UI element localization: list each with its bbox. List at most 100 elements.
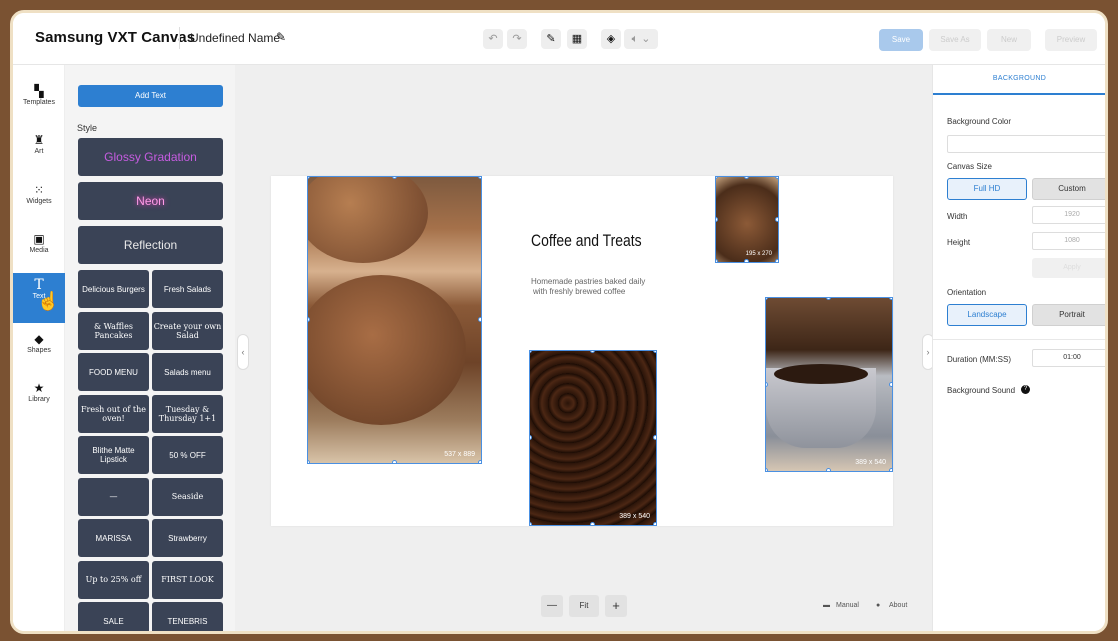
info-icon[interactable]: ● [876, 602, 880, 609]
new-button[interactable]: New [987, 29, 1031, 51]
canvas-subtext-2[interactable]: with freshly brewed coffee [533, 287, 625, 296]
text-style-card[interactable]: Fresh out of the oven! [78, 394, 149, 433]
apply-button[interactable]: Apply [1032, 258, 1105, 278]
style-reflection[interactable]: Reflection [78, 226, 223, 264]
height-input[interactable]: 1080 [1032, 232, 1105, 250]
resize-handle[interactable] [478, 317, 481, 322]
artboard[interactable]: 537 x 889 195 x 270 389 x 540 389 x 540 … [271, 176, 893, 526]
text-style-card[interactable]: Blithe Matte Lipstick [78, 436, 149, 474]
resize-handle[interactable] [775, 259, 778, 262]
resize-handle[interactable] [530, 522, 532, 525]
text-style-card[interactable]: SALE [78, 602, 149, 631]
manual-icon[interactable]: ▬ [823, 602, 830, 609]
undo-icon[interactable]: ↶ [483, 29, 503, 49]
add-text-button[interactable]: Add Text [78, 85, 223, 107]
layers-icon[interactable]: ◈ [601, 29, 621, 49]
resize-handle[interactable] [391, 460, 397, 463]
resize-handle[interactable] [716, 216, 718, 222]
text-style-card[interactable]: Tuesday & Thursday 1+1 [152, 394, 223, 433]
tab-background[interactable]: BACKGROUND [933, 65, 1105, 95]
preview-button[interactable]: Preview [1045, 29, 1097, 51]
resize-handle[interactable] [775, 177, 778, 179]
landscape-button[interactable]: Landscape [947, 304, 1027, 326]
width-input[interactable]: 1920 [1032, 206, 1105, 224]
mode-edit-icon[interactable]: ✎ [541, 29, 561, 49]
resize-handle[interactable] [889, 381, 892, 387]
text-style-card[interactable]: & Waffles Pancakes [78, 311, 149, 350]
coffee-cup-image[interactable]: 389 x 540 [765, 297, 893, 472]
resize-handle[interactable] [766, 381, 768, 387]
text-style-card[interactable]: TENEBRIS [152, 602, 223, 631]
save-as-button[interactable]: Save As [929, 29, 981, 51]
layout-icon[interactable]: ▦ [567, 29, 587, 49]
pencil-icon[interactable]: ✎ [276, 30, 286, 44]
resize-handle[interactable] [766, 468, 768, 471]
nav-art[interactable]: ♜ Art [13, 128, 65, 172]
resize-handle[interactable] [478, 460, 481, 463]
project-name[interactable]: Undefined Name [190, 31, 280, 45]
save-button[interactable]: Save [879, 29, 923, 51]
zoom-fit-button[interactable]: Fit [569, 595, 599, 617]
nav-media[interactable]: ▣ Media [13, 227, 65, 271]
zoom-in-button[interactable]: + [605, 595, 627, 617]
about-link[interactable]: About [889, 602, 907, 609]
redo-icon[interactable]: ↷ [507, 29, 527, 49]
full-hd-button[interactable]: Full HD [947, 178, 1027, 200]
text-style-card[interactable]: Salads menu [152, 353, 223, 391]
resize-handle[interactable] [775, 216, 778, 222]
text-style-card[interactable]: Delicious Burgers [78, 270, 149, 308]
canvas-subtext-1[interactable]: Homemade pastries baked daily [531, 277, 645, 286]
style-glossy-gradation[interactable]: Glossy Gradation [78, 138, 223, 176]
muffin-image[interactable]: 537 x 889 [307, 176, 482, 464]
resize-handle[interactable] [530, 351, 532, 353]
canvas-heading[interactable]: Coffee and Treats [531, 231, 642, 251]
nav-text[interactable]: T Text ☝ [13, 273, 65, 323]
resize-handle[interactable] [716, 259, 718, 262]
resize-handle[interactable] [590, 522, 595, 525]
nav-templates[interactable]: ▚ Templates [13, 79, 65, 123]
text-style-card[interactable]: — [78, 477, 149, 516]
resize-handle[interactable] [889, 468, 892, 471]
nav-widgets[interactable]: ⁙ Widgets [13, 178, 65, 222]
coffee-beans-image[interactable]: 389 x 540 [529, 350, 657, 526]
resize-handle[interactable] [478, 177, 481, 179]
text-style-card[interactable]: Seaside [152, 477, 223, 516]
nav-shapes[interactable]: ◆ Shapes [13, 327, 65, 371]
nav-library[interactable]: ★ Library [13, 376, 65, 420]
resize-handle[interactable] [653, 351, 656, 353]
volume-icon[interactable]: 🔈︎ ⌄ [624, 29, 658, 49]
resize-handle[interactable] [826, 298, 831, 300]
manual-link[interactable]: Manual [836, 602, 859, 609]
resize-handle[interactable] [744, 259, 749, 262]
style-neon[interactable]: Neon [78, 182, 223, 220]
text-style-card[interactable]: Fresh Salads [152, 270, 223, 308]
resize-handle[interactable] [826, 468, 831, 471]
resize-handle[interactable] [590, 351, 595, 353]
resize-handle[interactable] [308, 460, 310, 463]
resize-handle[interactable] [653, 522, 656, 525]
resize-handle[interactable] [744, 177, 749, 179]
resize-handle[interactable] [716, 177, 718, 179]
text-style-card[interactable]: Create your own Salad [152, 311, 223, 350]
resize-handle[interactable] [889, 298, 892, 300]
resize-handle[interactable] [653, 435, 656, 440]
bg-color-input[interactable] [947, 135, 1105, 153]
text-style-card[interactable]: Strawberry [152, 519, 223, 557]
resize-handle[interactable] [391, 177, 397, 179]
collapse-left-icon[interactable]: ‹ [237, 334, 249, 370]
zoom-out-button[interactable]: — [541, 595, 563, 617]
small-muffin-image[interactable]: 195 x 270 [715, 176, 779, 263]
resize-handle[interactable] [766, 298, 768, 300]
duration-input[interactable]: 01:00 [1032, 349, 1105, 367]
custom-button[interactable]: Custom [1032, 178, 1105, 200]
text-style-card[interactable]: 50 % OFF [152, 436, 223, 474]
help-icon[interactable]: ? [1021, 385, 1030, 394]
text-style-card[interactable]: FOOD MENU [78, 353, 149, 391]
text-style-card[interactable]: Up to 25% off [78, 560, 149, 599]
text-style-card[interactable]: FIRST LOOK [152, 560, 223, 599]
nav-label: Media [29, 247, 49, 254]
text-style-card[interactable]: MARISSA [78, 519, 149, 557]
portrait-button[interactable]: Portrait [1032, 304, 1105, 326]
resize-handle[interactable] [530, 435, 532, 440]
resize-handle[interactable] [308, 177, 310, 179]
